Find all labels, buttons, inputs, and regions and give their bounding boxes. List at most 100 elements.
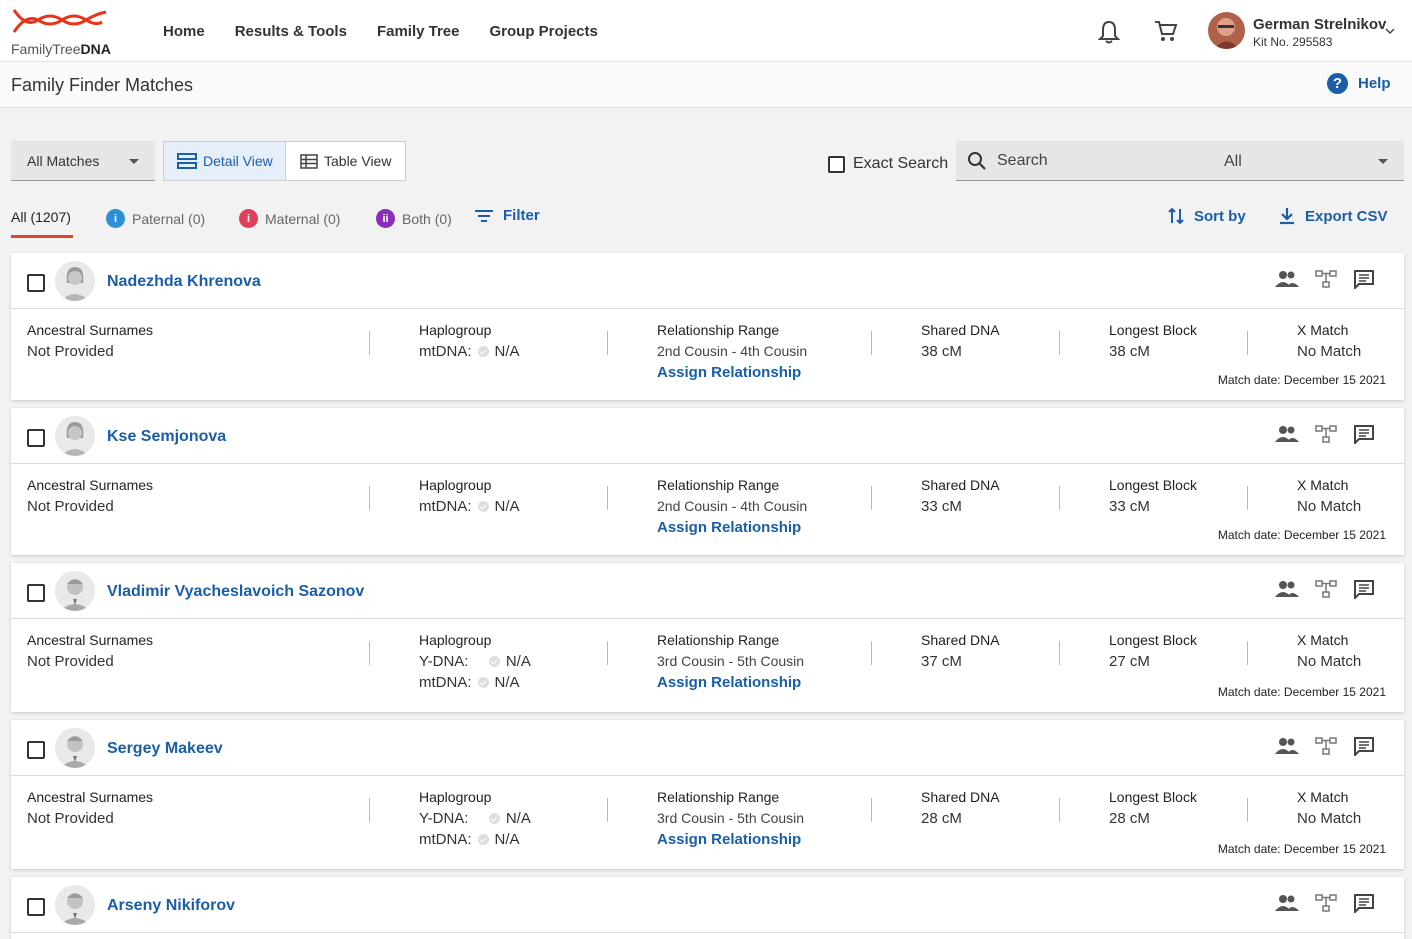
- search-placeholder: Search: [997, 151, 1048, 169]
- mtdna-haplogroup: mtDNA: N/A: [419, 498, 520, 515]
- haplogroup: Haplogroup mtDNA: N/A: [419, 322, 520, 360]
- match-name[interactable]: Arseny Nikiforov: [107, 897, 235, 915]
- family-tree-icon[interactable]: [1315, 424, 1337, 449]
- matches-filter-select[interactable]: All Matches: [11, 141, 155, 181]
- table-view-button[interactable]: Table View: [286, 142, 405, 180]
- column-divider: [871, 486, 872, 510]
- haplogroup: Haplogroup mtDNA: N/A: [419, 477, 520, 515]
- assign-relationship-link[interactable]: Assign Relationship: [657, 517, 807, 538]
- check-icon: [488, 813, 500, 824]
- match-actions: [1275, 269, 1375, 294]
- match-avatar: [55, 885, 95, 925]
- assign-relationship-link[interactable]: Assign Relationship: [657, 362, 807, 383]
- match-card-header: Vladimir Vyacheslavoich Sazonov: [11, 563, 1404, 619]
- check-icon: [477, 677, 489, 688]
- relationship-people-icon[interactable]: [1275, 580, 1299, 603]
- match-select-checkbox[interactable]: [27, 741, 45, 759]
- match-select-checkbox[interactable]: [27, 274, 45, 292]
- family-tree-icon[interactable]: [1315, 579, 1337, 604]
- tab-all[interactable]: All (1207): [11, 209, 71, 225]
- column-divider: [1059, 798, 1060, 822]
- match-avatar: [55, 261, 95, 301]
- family-tree-icon[interactable]: [1315, 269, 1337, 294]
- match-actions: [1275, 893, 1375, 918]
- notifications-bell-icon[interactable]: [1097, 20, 1121, 49]
- view-toggle: Detail View Table View: [163, 141, 406, 181]
- search-field[interactable]: Search: [956, 141, 1208, 181]
- user-avatar[interactable]: [1208, 12, 1245, 49]
- sort-by-button[interactable]: Sort by: [1168, 207, 1246, 225]
- nav-family-tree[interactable]: Family Tree: [377, 23, 460, 40]
- assign-relationship-link[interactable]: Assign Relationship: [657, 672, 804, 693]
- check-icon: [477, 834, 489, 845]
- tab-paternal[interactable]: i Paternal (0): [106, 209, 205, 228]
- exact-search-option[interactable]: Exact Search: [828, 155, 948, 173]
- main-nav: Home Results & Tools Family Tree Group P…: [163, 23, 598, 40]
- tab-both[interactable]: ii Both (0): [376, 209, 452, 228]
- relationship-people-icon[interactable]: [1275, 737, 1299, 760]
- search-scope-select[interactable]: All: [1208, 141, 1404, 181]
- ancestral-surnames: Ancestral Surnames Not Provided: [27, 322, 154, 360]
- notes-icon[interactable]: [1353, 893, 1375, 918]
- filter-button[interactable]: Filter: [475, 207, 540, 224]
- chevron-down-icon[interactable]: [1385, 22, 1395, 40]
- match-select-checkbox[interactable]: [27, 898, 45, 916]
- column-divider: [607, 486, 608, 510]
- exact-search-checkbox[interactable]: [828, 155, 845, 173]
- ancestral-surnames: Ancestral Surnames Not Provided: [27, 789, 154, 827]
- nav-results-tools[interactable]: Results & Tools: [235, 23, 347, 40]
- match-date: Match date: December 15 2021: [1217, 373, 1386, 387]
- mtdna-haplogroup: mtDNA: N/A: [419, 343, 520, 360]
- match-actions: [1275, 424, 1375, 449]
- paternal-icon: i: [106, 209, 125, 228]
- match-select-checkbox[interactable]: [27, 429, 45, 447]
- shopping-cart-icon[interactable]: [1154, 19, 1178, 48]
- notes-icon[interactable]: [1353, 424, 1375, 449]
- longest-block: Longest Block 28 cM: [1109, 789, 1197, 827]
- familytreedna-logo[interactable]: FamilyTreeDNA: [10, 6, 120, 58]
- match-select-checkbox[interactable]: [27, 584, 45, 602]
- relationship-people-icon[interactable]: [1275, 270, 1299, 293]
- x-match: X Match No Match: [1297, 632, 1362, 670]
- nav-home[interactable]: Home: [163, 23, 205, 40]
- download-icon: [1280, 208, 1294, 225]
- user-name[interactable]: German Strelnikov: [1253, 16, 1386, 33]
- shared-dna: Shared DNA 37 cM: [921, 632, 1000, 670]
- match-name[interactable]: Vladimir Vyacheslavoich Sazonov: [107, 583, 364, 601]
- detail-view-button[interactable]: Detail View: [164, 142, 286, 180]
- notes-icon[interactable]: [1353, 579, 1375, 604]
- sort-icon: [1168, 207, 1184, 225]
- detail-view-icon: [177, 153, 197, 169]
- relationship-people-icon[interactable]: [1275, 894, 1299, 917]
- family-tree-icon[interactable]: [1315, 736, 1337, 761]
- column-divider: [871, 331, 872, 355]
- haplogroup: Haplogroup Y-DNA: N/A mtDNA: N/A: [419, 789, 531, 848]
- export-csv-button[interactable]: Export CSV: [1279, 207, 1388, 225]
- match-card: Vladimir Vyacheslavoich Sazonov Ancestral…: [11, 563, 1404, 712]
- search-icon: [968, 151, 986, 170]
- page-title: Family Finder Matches: [11, 75, 194, 95]
- match-card: Sergey Makeev Ancestral Surnames Not Provi…: [11, 720, 1404, 869]
- nav-group-projects[interactable]: Group Projects: [489, 23, 597, 40]
- match-name[interactable]: Kse Semjonova: [107, 428, 226, 446]
- notes-icon[interactable]: [1353, 736, 1375, 761]
- match-date: Match date: December 15 2021: [1217, 842, 1386, 856]
- relationship-range: Relationship Range 2nd Cousin - 4th Cousi…: [657, 322, 808, 383]
- column-divider: [871, 798, 872, 822]
- match-name[interactable]: Sergey Makeev: [107, 740, 223, 758]
- match-name[interactable]: Nadezhda Khrenova: [107, 273, 261, 291]
- assign-relationship-link[interactable]: Assign Relationship: [657, 829, 804, 850]
- help-label: Help: [1358, 75, 1391, 92]
- match-card: Nadezhda Khrenova Ancestral Surnames Not P…: [11, 253, 1404, 400]
- active-tab-indicator: [11, 235, 73, 238]
- check-icon: [477, 501, 489, 512]
- relationship-people-icon[interactable]: [1275, 425, 1299, 448]
- column-divider: [1247, 486, 1248, 510]
- notes-icon[interactable]: [1353, 269, 1375, 294]
- family-tree-icon[interactable]: [1315, 893, 1337, 918]
- match-card-header: Sergey Makeev: [11, 720, 1404, 776]
- kit-number: Kit No. 295583: [1253, 35, 1333, 49]
- relationship-range: Relationship Range 2nd Cousin - 4th Cousi…: [657, 477, 808, 538]
- help-link[interactable]: ? Help: [1327, 73, 1391, 94]
- tab-maternal[interactable]: i Maternal (0): [239, 209, 340, 228]
